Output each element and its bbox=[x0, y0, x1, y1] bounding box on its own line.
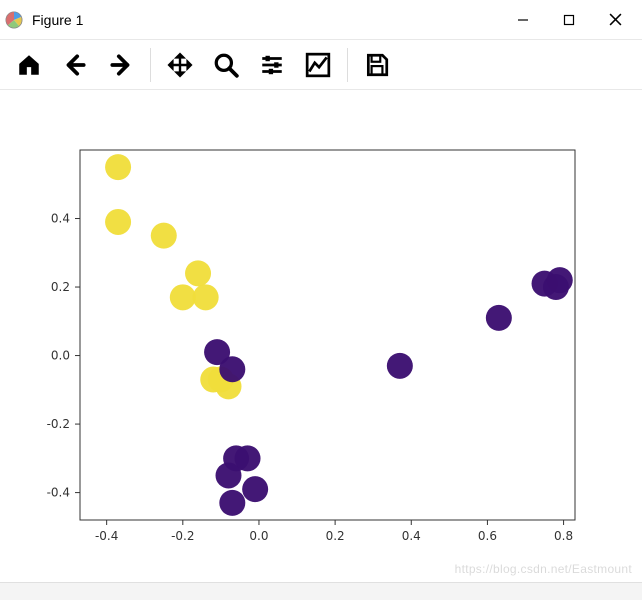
svg-text:-0.2: -0.2 bbox=[171, 529, 194, 543]
svg-text:-0.4: -0.4 bbox=[47, 486, 70, 500]
svg-text:0.4: 0.4 bbox=[402, 529, 421, 543]
back-button[interactable] bbox=[56, 46, 94, 84]
save-button[interactable] bbox=[358, 46, 396, 84]
scatter-chart: -0.4 -0.2 0.0 0.2 0.4 0.6 0.8 -0.4 -0.2 0.0 0.2 0.4 bbox=[0, 90, 642, 582]
arrow-right-icon bbox=[108, 51, 134, 79]
forward-button[interactable] bbox=[102, 46, 140, 84]
configure-button[interactable] bbox=[253, 46, 291, 84]
arrow-left-icon bbox=[62, 51, 88, 79]
move-icon bbox=[167, 51, 193, 79]
svg-text:0.2: 0.2 bbox=[326, 529, 345, 543]
sliders-icon bbox=[259, 51, 285, 79]
svg-text:0.2: 0.2 bbox=[51, 280, 70, 294]
matplotlib-icon bbox=[4, 10, 24, 30]
toolbar-separator bbox=[347, 48, 348, 82]
svg-text:0.0: 0.0 bbox=[51, 349, 70, 363]
home-button[interactable] bbox=[10, 46, 48, 84]
chart-line-icon bbox=[305, 51, 331, 79]
svg-text:-0.4: -0.4 bbox=[95, 529, 118, 543]
watermark: https://blog.csdn.net/Eastmount bbox=[455, 562, 632, 576]
svg-text:0.4: 0.4 bbox=[51, 212, 70, 226]
title-bar: Figure 1 bbox=[0, 0, 642, 40]
pan-button[interactable] bbox=[161, 46, 199, 84]
save-icon bbox=[364, 51, 390, 79]
window-title: Figure 1 bbox=[32, 12, 83, 28]
minimize-button[interactable] bbox=[500, 2, 546, 38]
edit-axis-button[interactable] bbox=[299, 46, 337, 84]
svg-text:0.8: 0.8 bbox=[554, 529, 573, 543]
svg-text:0.6: 0.6 bbox=[478, 529, 497, 543]
zoom-button[interactable] bbox=[207, 46, 245, 84]
svg-text:0.0: 0.0 bbox=[249, 529, 268, 543]
toolbar-separator bbox=[150, 48, 151, 82]
maximize-button[interactable] bbox=[546, 2, 592, 38]
home-icon bbox=[16, 51, 42, 79]
plot-area[interactable]: -0.4 -0.2 0.0 0.2 0.4 0.6 0.8 -0.4 -0.2 0.0 0.2 0.4… bbox=[0, 90, 642, 582]
zoom-icon bbox=[213, 51, 239, 79]
close-button[interactable] bbox=[592, 2, 638, 38]
status-bar bbox=[0, 582, 642, 600]
svg-text:-0.2: -0.2 bbox=[47, 417, 70, 431]
toolbar bbox=[0, 40, 642, 90]
